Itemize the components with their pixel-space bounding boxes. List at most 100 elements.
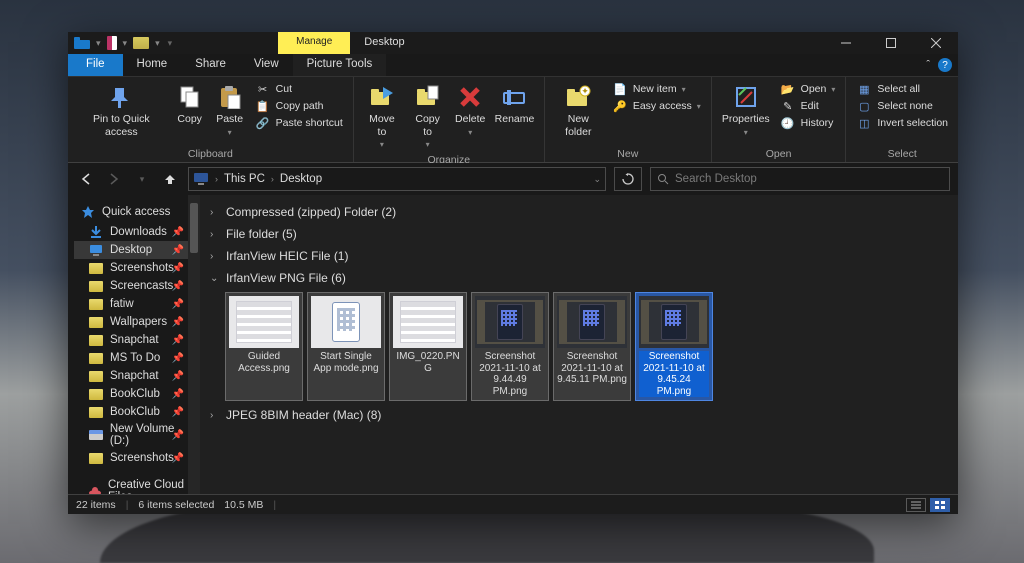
chevron-right-icon[interactable]: › — [215, 174, 218, 184]
chevron-right-icon[interactable]: › — [271, 174, 274, 184]
select-all-button[interactable]: ▦Select all — [852, 81, 952, 97]
up-button[interactable] — [160, 172, 180, 186]
move-to-button[interactable]: Move to ▾ — [360, 81, 404, 152]
sidebar-item[interactable]: Screencasts📌 — [74, 277, 200, 295]
folder-icon — [88, 405, 104, 419]
delete-button[interactable]: Delete ▾ — [451, 81, 489, 152]
sidebar-item[interactable]: MS To Do📌 — [74, 349, 200, 367]
thumbnail-row: Guided Access.pngStart Single App mode.p… — [210, 289, 948, 404]
sidebar-item[interactable]: Screenshots📌 — [74, 259, 200, 277]
history-button[interactable]: 🕘History — [776, 115, 840, 131]
scrollbar-thumb[interactable] — [190, 203, 198, 253]
group-label: IrfanView PNG File (6) — [226, 271, 346, 285]
collapse-ribbon-icon[interactable]: ˆ — [926, 59, 930, 71]
breadcrumb-segment[interactable]: This PC — [224, 173, 265, 185]
copy-to-button[interactable]: Copy to ▾ — [406, 81, 449, 152]
group-header[interactable]: ›Compressed (zipped) Folder (2) — [210, 201, 948, 223]
tab-picture-tools[interactable]: Picture Tools — [293, 54, 387, 76]
new-folder-button[interactable]: ✦ New folder — [551, 81, 606, 146]
file-list[interactable]: ›Compressed (zipped) Folder (2)›File fol… — [200, 195, 958, 494]
pin-to-quick-access-button[interactable]: Pin to Quick access — [74, 81, 169, 146]
file-name: Screenshot 2021-11-10 at 9.45.24 PM.png — [639, 351, 709, 397]
thumbnails-view-button[interactable] — [930, 498, 950, 512]
scrollbar[interactable] — [188, 195, 200, 494]
dropdown-icon[interactable]: ▾ — [155, 38, 160, 49]
search-box[interactable] — [650, 167, 950, 191]
sidebar-item[interactable]: Screenshots📌 — [74, 449, 200, 467]
chevron-down-icon: ⌄ — [210, 273, 220, 284]
properties-button[interactable]: Properties ▾ — [718, 81, 774, 146]
file-thumbnail[interactable]: Guided Access.png — [226, 293, 302, 400]
group-header[interactable]: ›IrfanView HEIC File (1) — [210, 245, 948, 267]
copy-path-button[interactable]: 📋Copy path — [251, 98, 347, 114]
sidebar-item[interactable]: New Volume (D:)📌 — [74, 421, 200, 449]
details-view-button[interactable] — [906, 498, 926, 512]
maximize-button[interactable] — [868, 32, 913, 54]
tab-view[interactable]: View — [240, 54, 293, 76]
pin-icon: 📌 — [172, 317, 184, 328]
tab-share[interactable]: Share — [181, 54, 240, 76]
status-item-count: 22 items — [76, 499, 116, 511]
sidebar-item[interactable]: Snapchat📌 — [74, 367, 200, 385]
group-header[interactable]: ⌄ IrfanView PNG File (6) — [210, 267, 948, 289]
file-thumbnail[interactable]: Screenshot 2021-11-10 at 9.45.11 PM.png — [554, 293, 630, 400]
group-label: JPEG 8BIM header (Mac) (8) — [226, 408, 381, 422]
folder-icon — [88, 387, 104, 401]
file-thumbnail[interactable]: Start Single App mode.png — [308, 293, 384, 400]
dropdown-icon[interactable]: ▾ — [96, 38, 101, 49]
group-header[interactable]: ›JPEG 8BIM header (Mac) (8) — [210, 404, 948, 426]
chevron-down-icon: ▾ — [426, 140, 430, 150]
paste-shortcut-button[interactable]: 🔗Paste shortcut — [251, 115, 347, 131]
sidebar-item[interactable]: Desktop📌 — [74, 241, 200, 259]
file-name: Screenshot 2021-11-10 at 9.44.49 PM.png — [475, 351, 545, 397]
navigation-pane[interactable]: Quick accessDownloads📌Desktop📌Screenshot… — [68, 195, 200, 494]
sidebar-item[interactable]: BookClub📌 — [74, 403, 200, 421]
forward-button[interactable] — [104, 172, 124, 186]
sidebar-item[interactable]: fatiw📌 — [74, 295, 200, 313]
easy-access-button[interactable]: 🔑Easy access ▾ — [608, 98, 705, 114]
cut-button[interactable]: ✂Cut — [251, 81, 347, 97]
qat-customize-icon[interactable]: ▾ — [168, 38, 173, 49]
file-thumbnail[interactable]: IMG_0220.PNG — [390, 293, 466, 400]
download-icon — [88, 225, 104, 239]
group-header[interactable]: ›File folder (5) — [210, 223, 948, 245]
address-bar[interactable]: › This PC › Desktop ⌄ — [188, 167, 606, 191]
minimize-button[interactable] — [823, 32, 868, 54]
help-icon[interactable]: ? — [938, 58, 952, 72]
back-button[interactable] — [76, 172, 96, 186]
chevron-down-icon[interactable]: ⌄ — [593, 174, 601, 185]
rename-button[interactable]: Rename — [491, 81, 538, 152]
invert-selection-button[interactable]: ◫Invert selection — [852, 115, 952, 131]
ribbon: Pin to Quick access Copy Paste ▾ ✂Cut 📋C… — [68, 77, 958, 163]
select-none-button[interactable]: ▢Select none — [852, 98, 952, 114]
search-input[interactable] — [675, 173, 943, 185]
sidebar-item[interactable]: Snapchat📌 — [74, 331, 200, 349]
dropdown-icon[interactable]: ▾ — [123, 38, 128, 49]
file-thumbnail[interactable]: Screenshot 2021-11-10 at 9.44.49 PM.png — [472, 293, 548, 400]
close-button[interactable] — [913, 32, 958, 54]
sidebar-item-label: Screencasts — [110, 280, 173, 292]
open-button[interactable]: 📂Open ▾ — [776, 81, 840, 97]
sidebar-item[interactable]: Quick access — [74, 203, 200, 221]
select-none-icon: ▢ — [856, 99, 872, 113]
recent-locations-button[interactable]: ▾ — [132, 174, 152, 185]
paste-button[interactable]: Paste ▾ — [211, 81, 249, 146]
sidebar-item[interactable]: Downloads📌 — [74, 223, 200, 241]
new-item-button[interactable]: 📄New item ▾ — [608, 81, 705, 97]
breadcrumb-segment[interactable]: Desktop — [280, 173, 322, 185]
sidebar-item[interactable]: BookClub📌 — [74, 385, 200, 403]
sidebar-item[interactable]: Creative Cloud Files — [74, 477, 200, 494]
refresh-button[interactable] — [614, 167, 642, 191]
tab-file[interactable]: File — [68, 54, 123, 76]
folder-icon — [88, 369, 104, 383]
sidebar-item[interactable]: Wallpapers📌 — [74, 313, 200, 331]
file-thumbnail[interactable]: Screenshot 2021-11-10 at 9.45.24 PM.png — [636, 293, 712, 400]
pin-icon: 📌 — [172, 407, 184, 418]
copy-button[interactable]: Copy — [171, 81, 209, 146]
folder-icon[interactable] — [133, 37, 149, 49]
doc-icon[interactable] — [107, 36, 117, 50]
context-tab-manage[interactable]: Manage — [278, 32, 350, 54]
tab-home[interactable]: Home — [123, 54, 182, 76]
ribbon-tabs: File Home Share View Picture Tools ˆ ? — [68, 54, 958, 77]
edit-button[interactable]: ✎Edit — [776, 98, 840, 114]
